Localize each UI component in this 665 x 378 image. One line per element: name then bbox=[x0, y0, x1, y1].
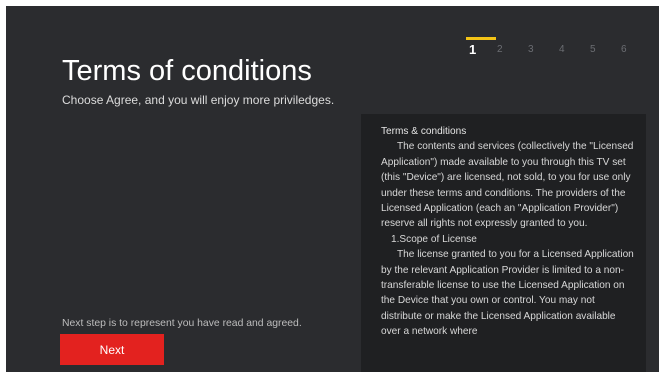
next-button[interactable]: Next bbox=[60, 334, 164, 365]
page-title: Terms of conditions bbox=[62, 55, 312, 87]
step-4: 4 bbox=[559, 44, 565, 55]
terms-text: Terms & conditions The contents and serv… bbox=[381, 124, 637, 340]
page-subtitle: Choose Agree, and you will enjoy more pr… bbox=[62, 93, 335, 107]
step-5: 5 bbox=[590, 44, 596, 55]
terms-paragraph: The contents and services (collectively … bbox=[381, 141, 634, 230]
step-indicator: 1 2 3 4 5 6 bbox=[461, 37, 651, 66]
agreement-hint: Next step is to represent you have read … bbox=[62, 318, 302, 329]
step-2: 2 bbox=[497, 44, 503, 55]
terms-paragraph: The license granted to you for a License… bbox=[381, 249, 634, 338]
terms-panel[interactable]: Terms & conditions The contents and serv… bbox=[361, 114, 646, 372]
step-6: 6 bbox=[621, 44, 627, 55]
step-3: 3 bbox=[528, 44, 534, 55]
active-step-underline bbox=[466, 37, 496, 40]
terms-heading: Terms & conditions bbox=[381, 126, 467, 137]
terms-screen: 1 2 3 4 5 6 Terms of conditions Choose A… bbox=[6, 6, 659, 372]
terms-section-title: 1.Scope of License bbox=[391, 233, 477, 245]
step-1: 1 bbox=[466, 37, 496, 57]
